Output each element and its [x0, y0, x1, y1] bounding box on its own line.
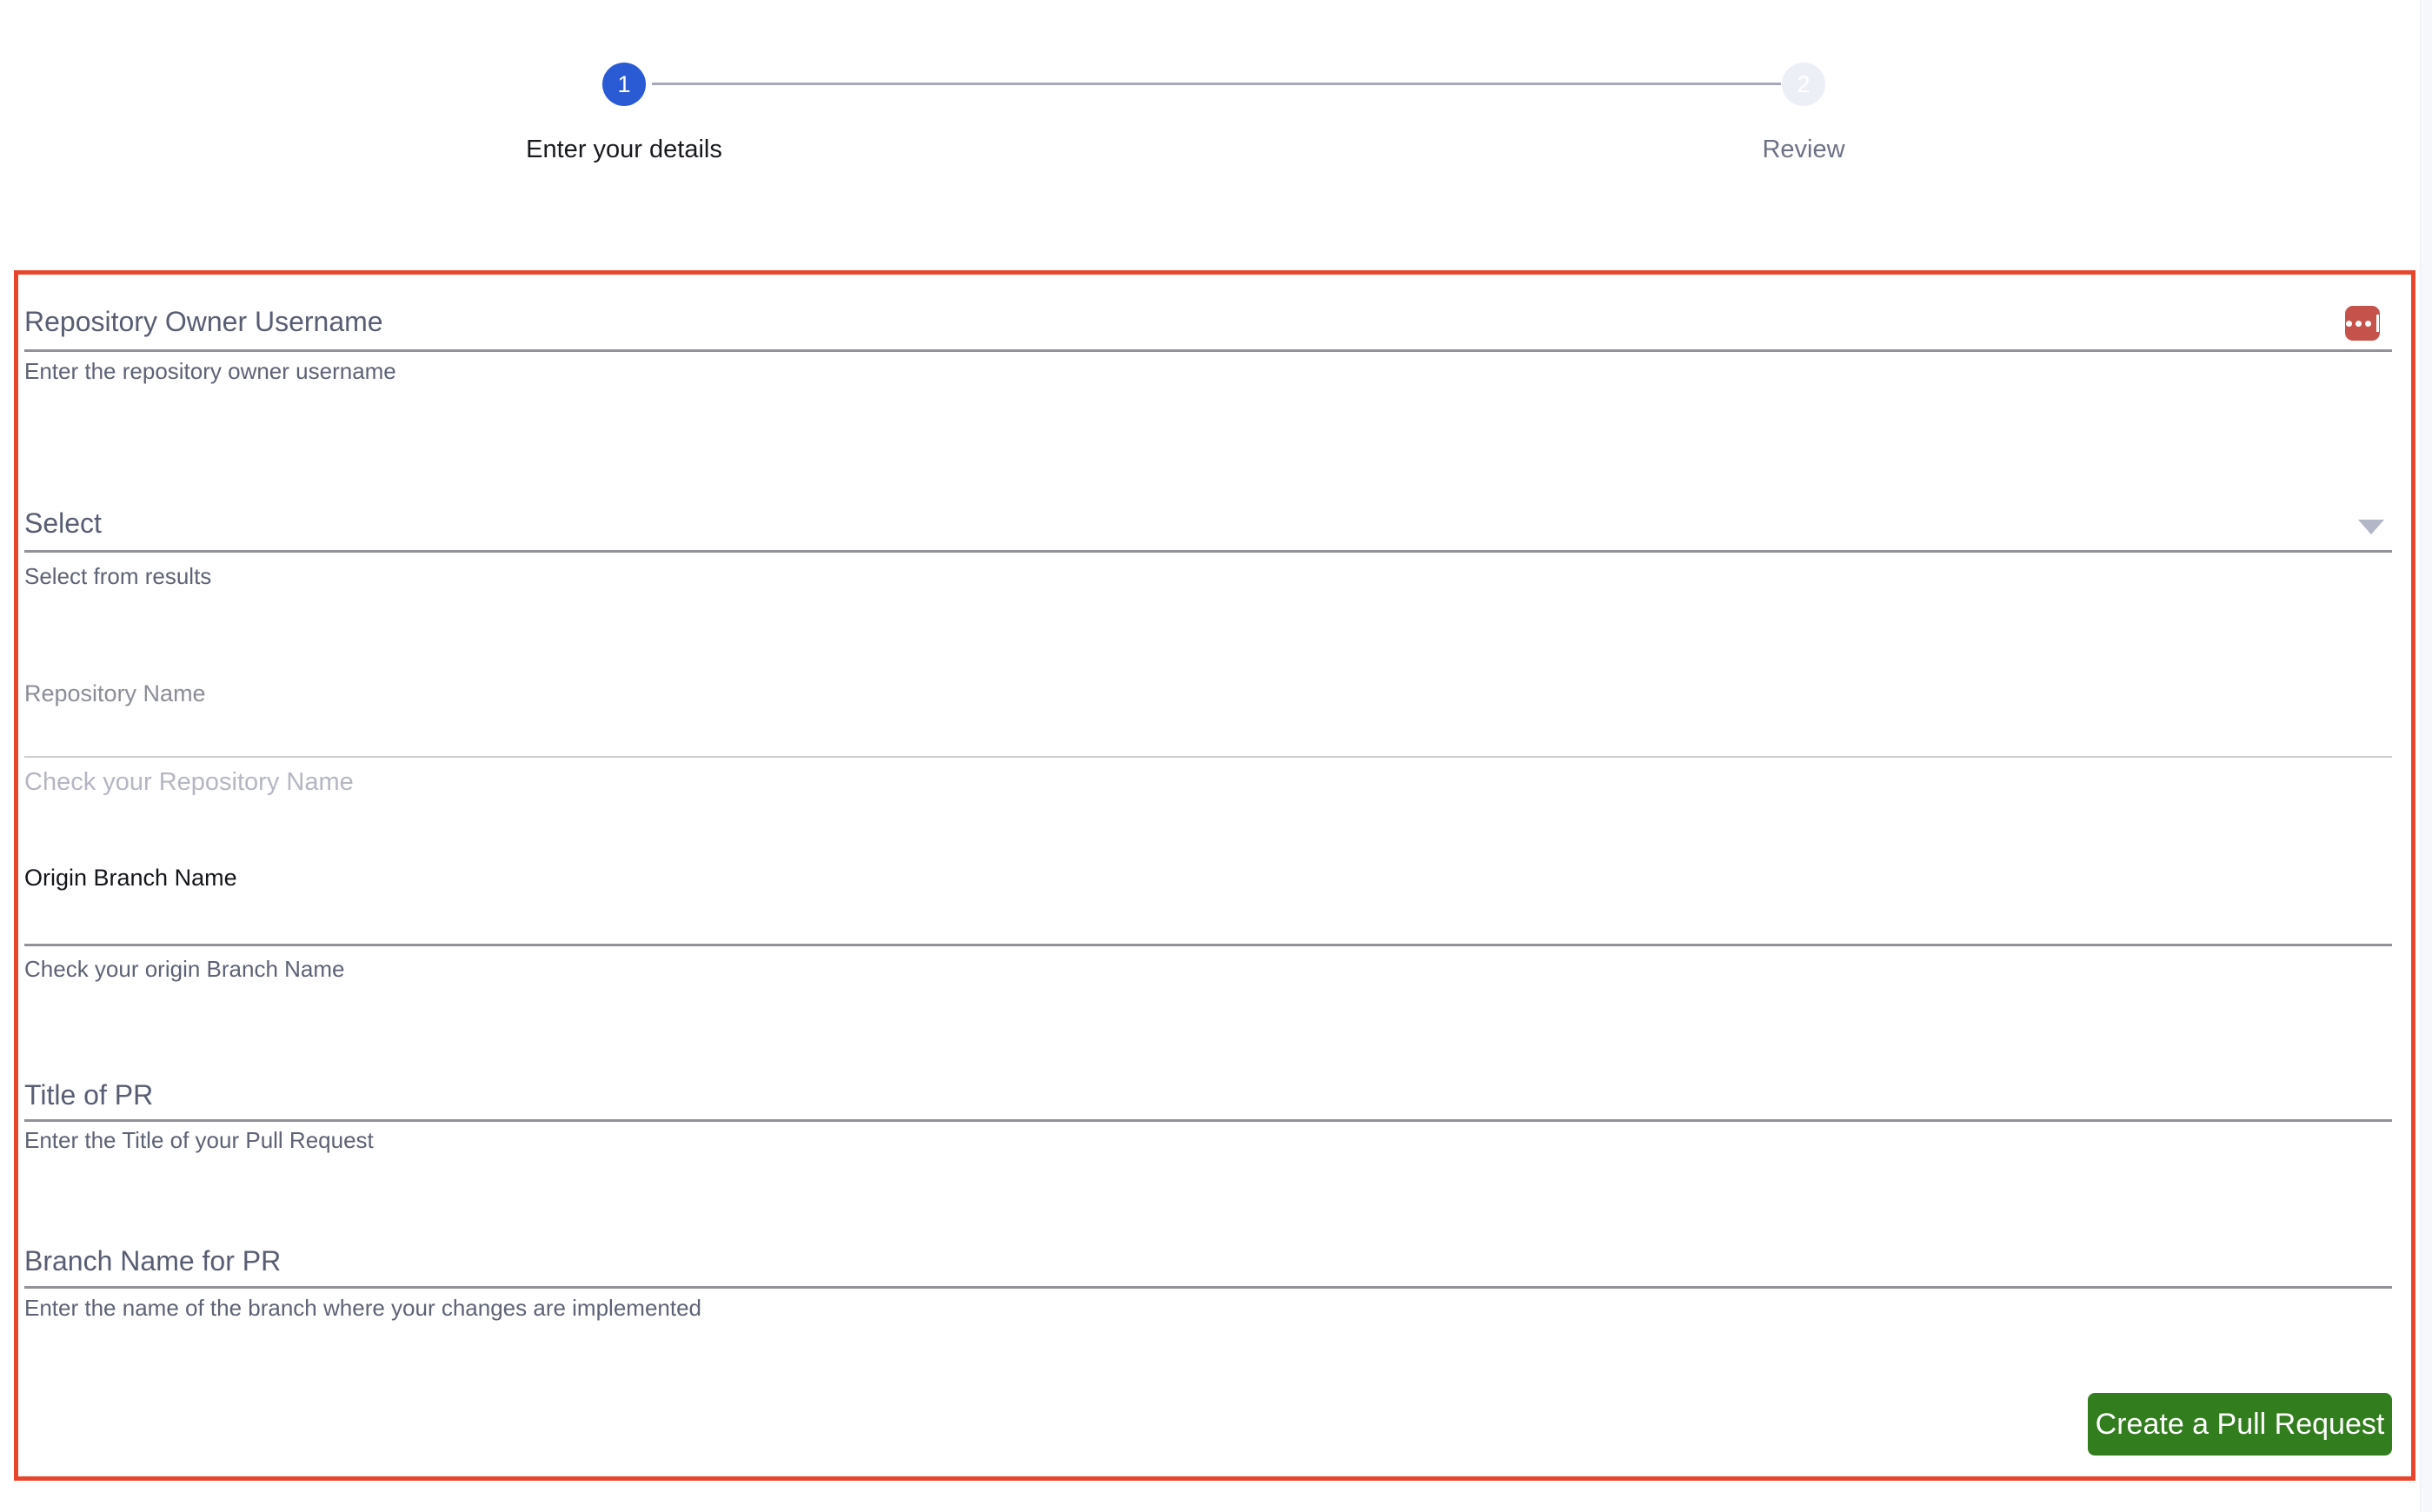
create-pull-request-button[interactable]: Create a Pull Request	[2088, 1393, 2392, 1456]
origin-branch-name-label: Origin Branch Name	[24, 865, 237, 891]
repo-owner-username-helper: Enter the repository owner username	[24, 358, 396, 384]
pr-title-input[interactable]: Title of PR	[24, 1079, 153, 1111]
origin-branch-name-underline[interactable]	[24, 944, 2392, 946]
repo-owner-username-input[interactable]: Repository Owner Username	[24, 306, 383, 338]
select-results-dropdown[interactable]: Select	[24, 507, 102, 540]
repository-name-input[interactable]: Check your Repository Name	[24, 768, 354, 797]
repository-name-underline	[24, 756, 2392, 758]
pr-branch-name-underline	[24, 1286, 2392, 1289]
step-1-indicator[interactable]: 1	[602, 63, 646, 106]
step-1-number: 1	[617, 70, 631, 97]
chevron-down-icon[interactable]	[2358, 520, 2384, 534]
repository-name-label: Repository Name	[24, 680, 206, 706]
repo-owner-username-underline	[24, 349, 2392, 352]
step-2-label: Review	[1762, 136, 1845, 163]
pr-branch-name-helper: Enter the name of the branch where your …	[24, 1295, 702, 1321]
select-results-underline	[24, 550, 2392, 553]
step-2-number: 2	[1797, 70, 1811, 97]
step-2-indicator[interactable]: 2	[1782, 63, 1825, 106]
select-results-helper: Select from results	[24, 563, 212, 589]
pr-title-helper: Enter the Title of your Pull Request	[24, 1127, 374, 1153]
create-pr-form: Repository Owner Username Enter the repo…	[14, 270, 2415, 1481]
lastpass-dot	[2365, 320, 2371, 327]
pr-branch-name-input[interactable]: Branch Name for PR	[24, 1245, 281, 1277]
page-right-gutter	[2420, 0, 2432, 1512]
lastpass-dot	[2346, 320, 2352, 327]
lastpass-dot	[2356, 320, 2362, 327]
origin-branch-name-helper: Check your origin Branch Name	[24, 956, 345, 982]
stepper-connector-line	[652, 83, 1781, 85]
pr-title-underline	[24, 1119, 2392, 1122]
lastpass-autofill-icon[interactable]	[2345, 306, 2380, 341]
step-1-label: Enter your details	[526, 136, 722, 163]
lastpass-cursor-bar	[2376, 315, 2379, 332]
